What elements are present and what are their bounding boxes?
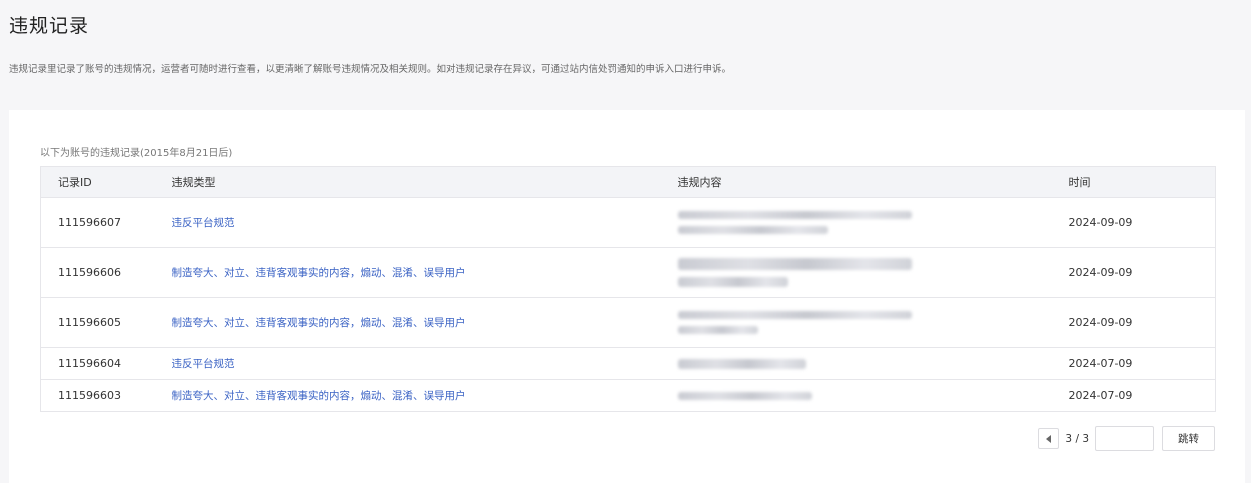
blurred-content [660, 379, 1052, 412]
page-indicator: 3 / 3 [1065, 432, 1089, 445]
page-title: 违规记录 [9, 15, 90, 37]
violation-type-link[interactable]: 违反平台规范 [172, 358, 235, 370]
records-table: 记录ID 违规类型 违规内容 时间 111596607 违反平台规范 2024-… [40, 166, 1216, 412]
table-row: 111596607 违反平台规范 2024-09-09 [40, 197, 1216, 248]
record-id: 111596606 [40, 247, 155, 298]
violation-type-link[interactable]: 违反平台规范 [172, 217, 235, 229]
header-time: 时间 [1051, 166, 1216, 198]
record-time: 2024-07-09 [1051, 379, 1216, 412]
jump-button[interactable]: 跳转 [1162, 426, 1215, 451]
page-description: 违规记录里记录了账号的违规情况，运营者可随时进行查看，以更清晰了解账号违规情况及… [9, 64, 732, 75]
header-violation-type: 违规类型 [154, 166, 661, 198]
violation-type-link[interactable]: 制造夸大、对立、违背客观事实的内容，煽动、混淆、误导用户 [172, 267, 466, 279]
blurred-content [660, 247, 1052, 298]
blurred-content [660, 297, 1052, 348]
record-time: 2024-09-09 [1051, 247, 1216, 298]
table-caption: 以下为账号的违规记录(2015年8月21日后) [40, 148, 233, 159]
violation-records-page: 违规记录 违规记录里记录了账号的违规情况，运营者可随时进行查看，以更清晰了解账号… [0, 0, 1251, 483]
record-id: 111596605 [40, 297, 155, 348]
table-row: 111596606 制造夸大、对立、违背客观事实的内容，煽动、混淆、误导用户 2… [40, 247, 1216, 298]
caret-left-icon [1045, 434, 1051, 443]
record-id: 111596603 [40, 379, 155, 412]
blurred-content [660, 197, 1052, 248]
table-row: 111596605 制造夸大、对立、违背客观事实的内容，煽动、混淆、误导用户 2… [40, 297, 1216, 348]
prev-page-button[interactable] [1038, 428, 1060, 449]
table-header-row: 记录ID 违规类型 违规内容 时间 [40, 166, 1216, 198]
record-time: 2024-07-09 [1051, 347, 1216, 380]
record-id: 111596604 [40, 347, 155, 380]
page-jump-input[interactable] [1095, 426, 1154, 451]
record-id: 111596607 [40, 197, 155, 248]
violation-type-link[interactable]: 制造夸大、对立、违背客观事实的内容，煽动、混淆、误导用户 [172, 317, 466, 329]
blurred-content [660, 347, 1052, 380]
table-row: 111596604 违反平台规范 2024-07-09 [40, 347, 1216, 380]
table-row: 111596603 制造夸大、对立、违背客观事实的内容，煽动、混淆、误导用户 2… [40, 379, 1216, 412]
record-time: 2024-09-09 [1051, 197, 1216, 248]
record-time: 2024-09-09 [1051, 297, 1216, 348]
records-card: 以下为账号的违规记录(2015年8月21日后) 记录ID 违规类型 违规内容 时… [9, 110, 1245, 483]
header-record-id: 记录ID [40, 166, 155, 198]
violation-type-link[interactable]: 制造夸大、对立、违背客观事实的内容，煽动、混淆、误导用户 [172, 390, 466, 402]
header-violation-content: 违规内容 [660, 166, 1052, 198]
pagination: 3 / 3 跳转 [1038, 426, 1215, 451]
